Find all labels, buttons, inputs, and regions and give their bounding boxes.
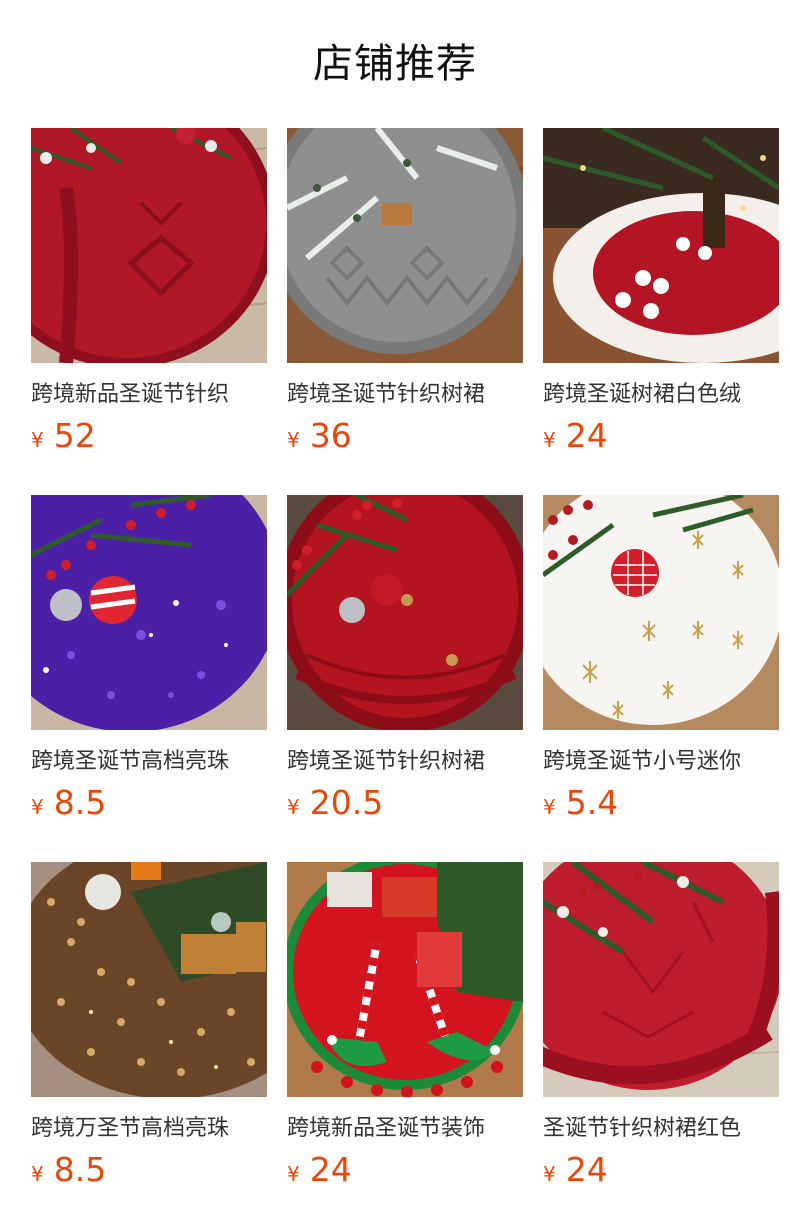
product-price: ¥8.5 <box>31 783 106 823</box>
product-card[interactable]: 跨境圣诞节高档亮珠 ¥8.5 <box>31 495 267 862</box>
product-name[interactable]: 跨境圣诞节针织树裙 <box>287 747 523 777</box>
product-price: ¥5.4 <box>543 783 618 823</box>
product-image[interactable] <box>543 862 779 1097</box>
currency-symbol: ¥ <box>287 1162 300 1186</box>
product-name[interactable]: 跨境新品圣诞节针织 <box>31 380 267 410</box>
currency-symbol: ¥ <box>31 795 44 819</box>
page-title: 店铺推荐 <box>313 41 477 87</box>
product-card[interactable]: 跨境新品圣诞节针织 ¥52 <box>31 128 267 495</box>
product-card[interactable]: 圣诞节针织树裙红色 ¥24 <box>543 862 779 1229</box>
product-image[interactable] <box>31 495 267 730</box>
product-price: ¥24 <box>543 416 608 456</box>
product-price: ¥8.5 <box>31 1150 106 1190</box>
product-image[interactable] <box>543 128 779 363</box>
price-amount: 52 <box>53 416 96 455</box>
product-image[interactable] <box>287 128 523 363</box>
product-card[interactable]: 跨境圣诞节小号迷你 ¥5.4 <box>543 495 779 862</box>
price-amount: 8.5 <box>53 783 107 822</box>
product-card[interactable]: 跨境圣诞节针织树裙 ¥36 <box>287 128 523 495</box>
product-grid: 跨境新品圣诞节针织 ¥52 跨境圣诞节针织树裙 ¥36 跨境圣诞树裙白色绒 ¥ … <box>31 128 790 1229</box>
product-price: ¥24 <box>287 1150 352 1190</box>
currency-symbol: ¥ <box>31 428 44 452</box>
product-price: ¥24 <box>543 1150 608 1190</box>
currency-symbol: ¥ <box>287 428 300 452</box>
product-name[interactable]: 跨境圣诞树裙白色绒 <box>543 380 779 410</box>
product-name[interactable]: 跨境新品圣诞节装饰 <box>287 1114 523 1144</box>
price-amount: 24 <box>309 1150 352 1189</box>
product-image[interactable] <box>287 862 523 1097</box>
product-price: ¥36 <box>287 416 352 456</box>
product-image[interactable] <box>543 495 779 730</box>
currency-symbol: ¥ <box>543 1162 556 1186</box>
product-card[interactable]: 跨境万圣节高档亮珠 ¥8.5 <box>31 862 267 1229</box>
currency-symbol: ¥ <box>543 428 556 452</box>
product-price: ¥52 <box>31 416 96 456</box>
product-name[interactable]: 圣诞节针织树裙红色 <box>543 1114 779 1144</box>
price-amount: 8.5 <box>53 1150 107 1189</box>
price-amount: 5.4 <box>565 783 619 822</box>
product-card[interactable]: 跨境新品圣诞节装饰 ¥24 <box>287 862 523 1229</box>
product-price: ¥20.5 <box>287 783 383 823</box>
product-image[interactable] <box>287 495 523 730</box>
currency-symbol: ¥ <box>543 795 556 819</box>
product-card[interactable]: 跨境圣诞树裙白色绒 ¥24 <box>543 128 779 495</box>
price-amount: 36 <box>309 416 352 455</box>
price-amount: 20.5 <box>309 783 384 822</box>
product-name[interactable]: 跨境圣诞节针织树裙 <box>287 380 523 410</box>
product-image[interactable] <box>31 862 267 1097</box>
currency-symbol: ¥ <box>31 1162 44 1186</box>
product-name[interactable]: 跨境圣诞节小号迷你 <box>543 747 779 777</box>
price-amount: 24 <box>565 416 608 455</box>
product-card[interactable]: 跨境圣诞节针织树裙 ¥20.5 <box>287 495 523 862</box>
product-name[interactable]: 跨境圣诞节高档亮珠 <box>31 747 267 777</box>
currency-symbol: ¥ <box>287 795 300 819</box>
product-name[interactable]: 跨境万圣节高档亮珠 <box>31 1114 267 1144</box>
price-amount: 24 <box>565 1150 608 1189</box>
product-image[interactable] <box>31 128 267 363</box>
